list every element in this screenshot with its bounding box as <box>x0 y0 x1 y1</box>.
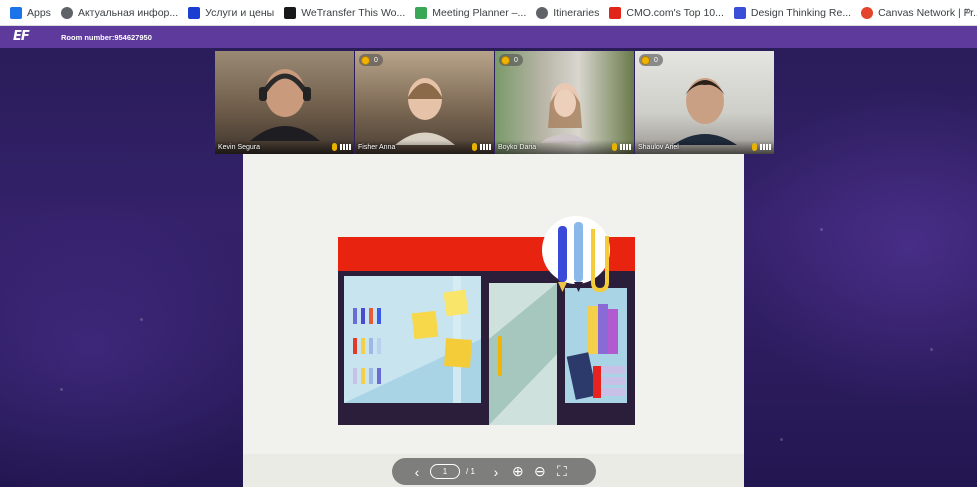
bookmark-label: Услуги и цены <box>205 6 275 19</box>
zoom-out-icon[interactable]: ⊖ <box>529 461 551 483</box>
participant-video-student[interactable]: 0 Shaulov Ariel <box>635 51 774 154</box>
background-sparkle <box>930 348 933 351</box>
teacher-silhouette <box>250 69 320 141</box>
wetransfer-icon <box>284 6 297 19</box>
participant-namebar: Kevin Segura <box>215 140 354 154</box>
mic-level-icon <box>472 143 491 151</box>
bookmarks-bar: Apps Актуальная инфор... Услуги и цены WeTr… <box>0 0 977 26</box>
participant-namebar: Boyko Daria <box>495 140 634 154</box>
bookmark-label: Itineraries <box>553 6 600 19</box>
next-page-button[interactable]: › <box>485 461 507 483</box>
canvas-icon <box>861 6 874 19</box>
slide-pager: ‹ 1 / 1 › ⊕ ⊖ ⛶ <box>392 458 596 485</box>
bookmark-globe[interactable]: Актуальная инфор... <box>57 3 182 23</box>
bookmark-label: Актуальная инфор... <box>77 6 179 19</box>
mic-level-icon <box>332 143 351 151</box>
participant-namebar: Fisher Anna <box>355 140 494 154</box>
fullscreen-icon[interactable]: ⛶ <box>551 461 573 483</box>
mic-level-icon <box>612 143 631 151</box>
participant-video-student[interactable]: 0 Boyko Daria <box>495 51 634 154</box>
background-sparkle <box>60 388 63 391</box>
background-sparkle <box>780 438 783 441</box>
participant-name: Shaulov Ariel <box>638 143 679 151</box>
page-number-input[interactable]: 1 <box>430 464 460 479</box>
student-silhouette <box>395 78 455 145</box>
bookmark-canvas[interactable]: Canvas Network | Fr... <box>857 3 977 23</box>
trophy-icon <box>641 55 650 65</box>
bookmark-label: Apps <box>27 6 51 19</box>
ef-logo: EF <box>13 29 30 44</box>
meeting-planner-icon <box>415 6 428 19</box>
bookmark-label: WeTransfer This Wo... <box>301 6 406 19</box>
points-badge: 0 <box>499 54 523 66</box>
bookmark-label: Meeting Planner –... <box>432 6 527 19</box>
bookmark-label: Canvas Network | Fr... <box>878 6 977 19</box>
bookmark-u-logo[interactable]: Design Thinking Re... <box>730 3 855 23</box>
participant-name: Kevin Segura <box>218 143 261 151</box>
trophy-icon <box>501 55 510 65</box>
globe-icon <box>536 6 549 19</box>
points-badge: 0 <box>639 54 663 66</box>
classroom-header: EF Room number:954627950 <box>0 26 977 48</box>
bookmark-label: Design Thinking Re... <box>750 6 852 19</box>
zoom-in-icon[interactable]: ⊕ <box>507 461 529 483</box>
participant-namebar: Shaulov Ariel <box>635 140 774 154</box>
prev-page-button[interactable]: ‹ <box>406 461 428 483</box>
trophy-icon <box>361 55 370 65</box>
lesson-slide[interactable] <box>243 154 744 487</box>
participant-name: Fisher Anna <box>358 143 396 151</box>
participant-video-teacher[interactable]: Kevin Segura <box>215 51 354 154</box>
background-sparkle <box>820 228 823 231</box>
bookmark-label: CMO.com's Top 10... <box>626 6 724 19</box>
apps-grid-icon <box>10 6 22 19</box>
participant-name: Boyko Daria <box>498 143 537 151</box>
classroom-stage: Kevin Segura 0 Fisher Anna 0 Boyko Daria <box>0 48 977 487</box>
page-total: / 1 <box>466 467 475 476</box>
u-logo-icon <box>733 6 746 19</box>
bookmark-apps-grid[interactable]: Apps <box>6 3 55 23</box>
adobe-icon <box>609 6 622 19</box>
stationery-shop-illustration <box>243 216 744 487</box>
bookmark-adobe[interactable]: CMO.com's Top 10... <box>605 3 728 23</box>
bookmark-globe[interactable]: Itineraries <box>532 3 603 23</box>
student-silhouette <box>673 78 737 145</box>
bookmark-chevron-right[interactable]: Услуги и цены <box>184 3 278 23</box>
mic-level-icon <box>752 143 771 151</box>
room-number: Room number:954627950 <box>61 32 152 42</box>
more-bookmarks-button[interactable]: » <box>965 5 971 17</box>
background-sparkle <box>140 318 143 321</box>
participant-video-student[interactable]: 0 Fisher Anna <box>355 51 494 154</box>
points-badge: 0 <box>359 54 383 66</box>
globe-icon <box>60 6 73 19</box>
bookmark-meeting-planner[interactable]: Meeting Planner –... <box>411 3 530 23</box>
student-silhouette <box>540 83 590 143</box>
bookmark-wetransfer[interactable]: WeTransfer This Wo... <box>280 3 409 23</box>
chevron-right-icon <box>188 6 201 19</box>
